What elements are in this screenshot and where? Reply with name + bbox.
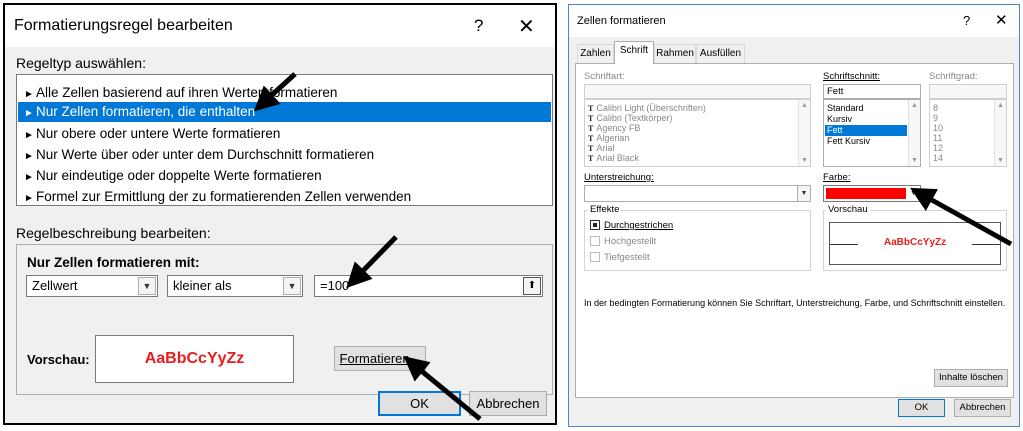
arrow-to-rule-type — [253, 72, 297, 112]
arrow-to-value-input — [346, 235, 398, 288]
arrow-to-format-button — [403, 356, 482, 421]
annotation-arrows — [253, 72, 1013, 421]
tab-font[interactable]: Schrift — [614, 41, 654, 64]
arrow-to-color-picker — [910, 187, 1013, 247]
